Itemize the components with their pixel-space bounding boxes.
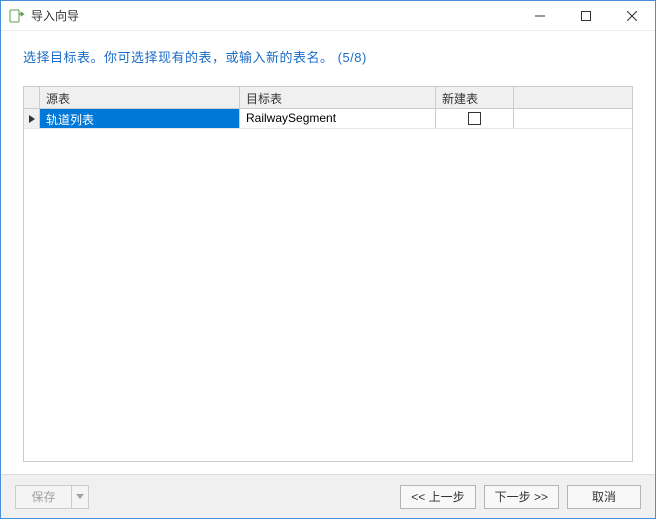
titlebar: 导入向导 — [1, 1, 655, 31]
instruction-text: 选择目标表。你可选择现有的表，或输入新的表名。 (5/8) — [1, 31, 655, 74]
import-wizard-window: 导入向导 选择目标表。你可选择现有的表，或输入新的表名。 (5/8) 源表 目标… — [0, 0, 656, 519]
row-indicator-icon — [24, 109, 40, 128]
row-tail — [514, 109, 632, 128]
column-header-target[interactable]: 目标表 — [240, 87, 436, 108]
next-button[interactable]: 下一步 >> — [484, 485, 559, 509]
close-button[interactable] — [609, 1, 655, 31]
column-header-tail — [514, 87, 632, 108]
prev-button[interactable]: << 上一步 — [400, 485, 475, 509]
new-table-cell[interactable] — [436, 109, 514, 128]
minimize-button[interactable] — [517, 1, 563, 31]
window-title: 导入向导 — [31, 7, 517, 24]
save-button[interactable]: 保存 — [15, 485, 71, 509]
column-header-source[interactable]: 源表 — [40, 87, 240, 108]
app-icon — [9, 8, 25, 24]
window-controls — [517, 1, 655, 31]
source-table-cell[interactable]: 轨道列表 — [40, 109, 240, 128]
grid-body: 轨道列表 RailwaySegment — [24, 109, 632, 461]
cancel-button[interactable]: 取消 — [567, 485, 641, 509]
grid-header-row: 源表 目标表 新建表 — [24, 87, 632, 109]
table-row[interactable]: 轨道列表 RailwaySegment — [24, 109, 632, 129]
column-header-new[interactable]: 新建表 — [436, 87, 514, 108]
grid-gutter-header — [24, 87, 40, 108]
target-table-cell[interactable]: RailwaySegment — [240, 109, 436, 128]
save-split-button: 保存 — [15, 485, 89, 509]
wizard-footer: 保存 << 上一步 下一步 >> 取消 — [1, 474, 655, 518]
maximize-button[interactable] — [563, 1, 609, 31]
new-table-checkbox[interactable] — [468, 112, 481, 125]
save-dropdown-button[interactable] — [71, 485, 89, 509]
chevron-down-icon — [76, 494, 84, 500]
table-mapping-grid: 源表 目标表 新建表 轨道列表 RailwaySegment — [23, 86, 633, 462]
